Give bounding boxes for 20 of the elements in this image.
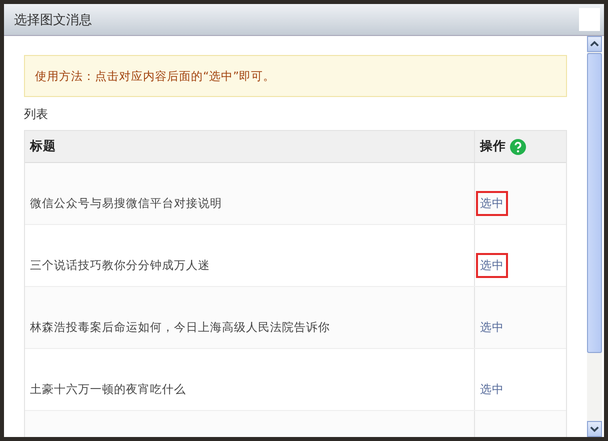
window-title: 选择图文消息	[14, 12, 92, 28]
caret-down-icon	[590, 426, 599, 432]
select-link[interactable]: 选中	[476, 377, 508, 402]
table-cell: 土豪十六万一顿的夜宵吃什么	[30, 382, 186, 397]
select-link[interactable]: 选中	[476, 253, 508, 278]
scroll-thumb[interactable]	[587, 53, 602, 353]
scrollbar[interactable]	[587, 36, 602, 437]
scroll-up-button[interactable]	[587, 36, 602, 52]
table-cell: 林森浩投毒案后命运如何，今日上海高级人民法院告诉你	[30, 320, 330, 335]
table-cell: 三个说话技巧教你分分钟成万人迷	[30, 258, 210, 273]
column-header: 操作	[480, 138, 506, 155]
column-header: 标题	[30, 138, 56, 155]
notice-text: 使用方法：点击对应内容后面的“选中”即可。	[35, 68, 275, 84]
section-label: 列表	[24, 106, 49, 123]
help-icon[interactable]	[510, 138, 526, 154]
select-link[interactable]: 选中	[476, 315, 508, 340]
table-cell: 微信公众号与易搜微信平台对接说明	[30, 196, 222, 211]
select-link[interactable]: 选中	[476, 191, 508, 216]
scroll-down-button[interactable]	[587, 421, 602, 437]
caret-up-icon	[590, 41, 599, 47]
